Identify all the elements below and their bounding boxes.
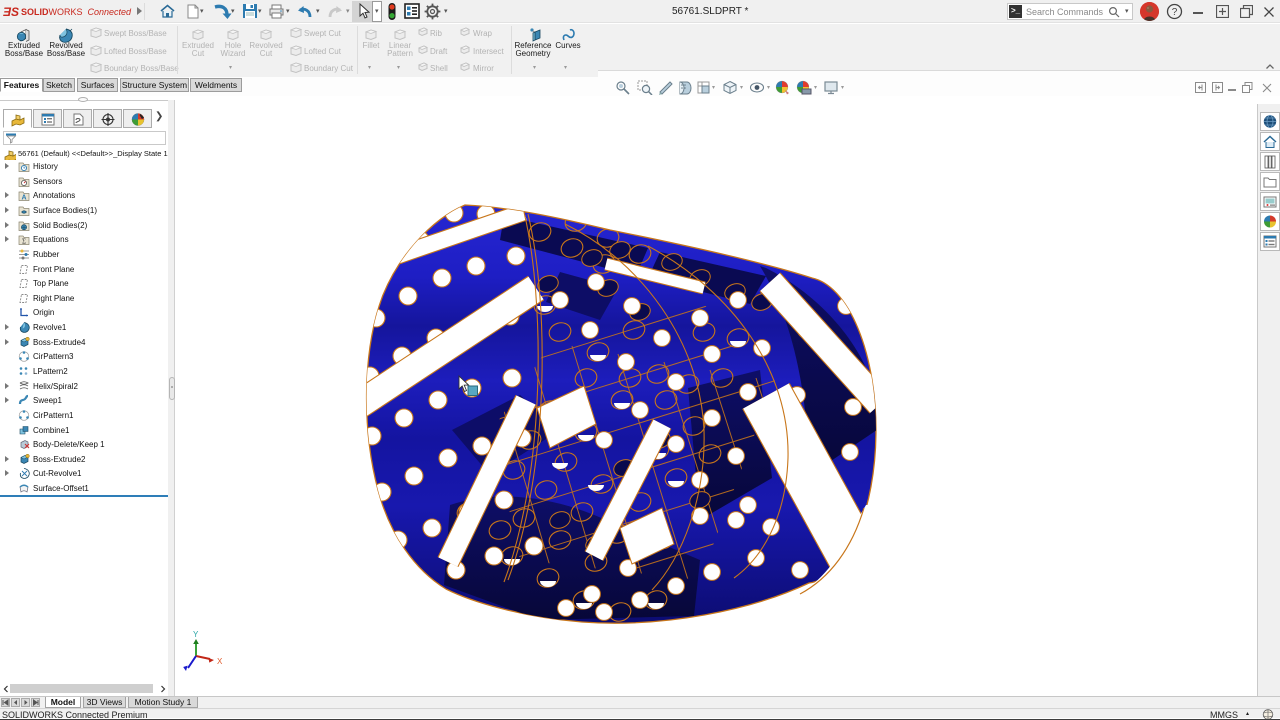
svg-text:Y: Y [193,630,199,639]
svg-text:X: X [217,657,223,666]
